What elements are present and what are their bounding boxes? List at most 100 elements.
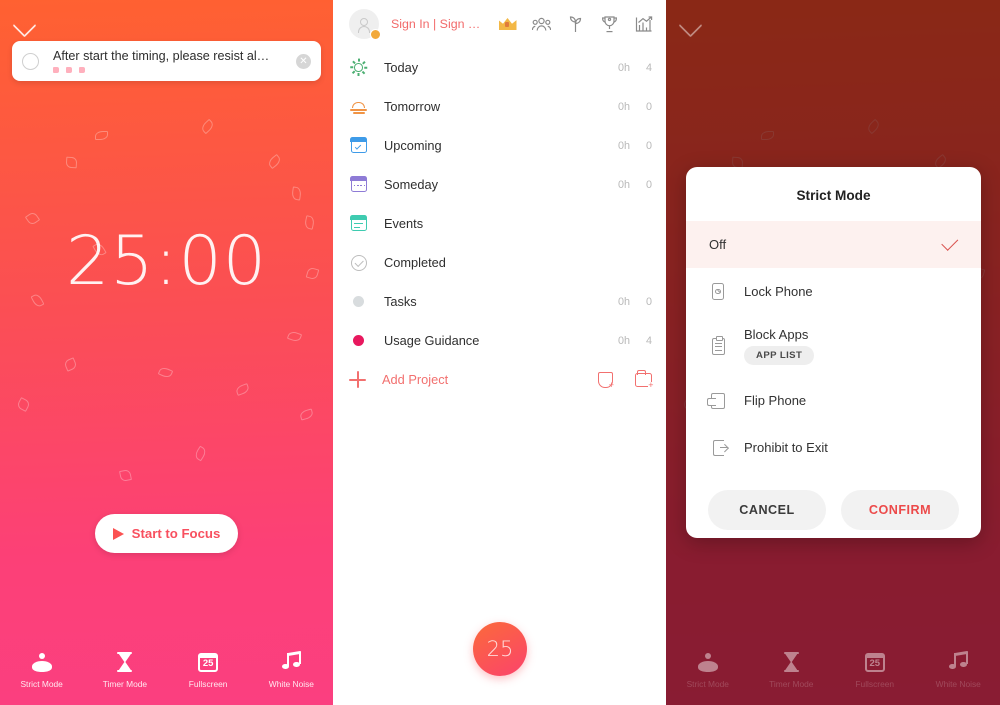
dialog-option-label: Flip Phone bbox=[744, 393, 807, 408]
music-note-icon bbox=[281, 650, 301, 672]
current-task-card[interactable]: After start the timing, please resist al… bbox=[12, 41, 321, 81]
check-circle-icon bbox=[349, 253, 368, 272]
list-item-tasks[interactable]: Tasks 0h 0 bbox=[333, 282, 666, 321]
list-item-label: Completed bbox=[384, 255, 446, 270]
leaf-decoration bbox=[119, 469, 132, 482]
task-priority-flags bbox=[53, 67, 296, 73]
list-item-count: 0 bbox=[645, 100, 652, 113]
statistics-icon[interactable] bbox=[634, 15, 653, 34]
list-item-upcoming[interactable]: Upcoming 0h 0 bbox=[333, 126, 666, 165]
meditate-icon bbox=[31, 651, 53, 672]
pomodoro-fab[interactable]: 25 bbox=[473, 622, 527, 676]
header-icons bbox=[498, 15, 658, 34]
nav-item-strict-mode[interactable]: Strict Mode bbox=[666, 635, 750, 705]
nav-item-white-noise[interactable]: White Noise bbox=[250, 635, 333, 705]
leaf-decoration bbox=[65, 156, 78, 169]
pomodoro-25-icon: 25 bbox=[198, 651, 219, 672]
leaf-decoration bbox=[291, 186, 302, 201]
nav-label: White Noise bbox=[935, 679, 981, 689]
nav-item-white-noise[interactable]: White Noise bbox=[917, 635, 1000, 705]
pomodoro-25-icon: 25 bbox=[864, 651, 885, 672]
dot-icon bbox=[349, 331, 368, 350]
add-tag-icon[interactable]: + bbox=[598, 371, 614, 389]
unchecked-radio-icon[interactable] bbox=[22, 52, 39, 70]
nav-label: Strict Mode bbox=[20, 679, 63, 689]
start-to-focus-button[interactable]: Start to Focus bbox=[95, 514, 238, 553]
leaf-decoration bbox=[63, 357, 78, 372]
list-item-label: Events bbox=[384, 216, 424, 231]
nav-item-timer-mode[interactable]: Timer Mode bbox=[750, 635, 834, 705]
dialog-option-label: Off bbox=[709, 237, 727, 252]
dialog-option-block-apps[interactable]: Block Apps APP LIST bbox=[686, 315, 981, 377]
trophy-icon[interactable] bbox=[600, 15, 619, 34]
bottom-navigation: Strict Mode Timer Mode 25 Fullscreen Whi… bbox=[666, 635, 1000, 705]
phone-lock-icon bbox=[709, 282, 727, 301]
task-title: After start the timing, please resist al… bbox=[53, 49, 270, 63]
flag-icon bbox=[79, 67, 85, 73]
list-item-hours: 0h bbox=[617, 334, 630, 347]
sun-icon bbox=[349, 58, 368, 77]
list-item-label: Usage Guidance bbox=[384, 333, 480, 348]
calendar-dots-icon bbox=[349, 175, 368, 194]
avatar-badge bbox=[370, 29, 381, 40]
list-item-tomorrow[interactable]: Tomorrow 0h 0 bbox=[333, 87, 666, 126]
dialog-option-flip-phone[interactable]: Flip Phone bbox=[686, 377, 981, 424]
leaf-decoration bbox=[193, 445, 208, 462]
exit-door-icon bbox=[709, 438, 728, 457]
dialog-title: Strict Mode bbox=[796, 188, 871, 203]
list-item-usage-guidance[interactable]: Usage Guidance 0h 4 bbox=[333, 321, 666, 360]
dialog-option-label: Block Apps bbox=[744, 327, 809, 342]
leaf-decoration bbox=[286, 330, 303, 343]
list-item-label: Someday bbox=[384, 177, 439, 192]
play-icon bbox=[112, 527, 124, 540]
app-list-button[interactable]: APP LIST bbox=[744, 346, 815, 365]
confirm-button[interactable]: CONFIRM bbox=[841, 490, 959, 530]
add-folder-icon[interactable]: + bbox=[635, 369, 654, 389]
nav-label: Fullscreen bbox=[188, 679, 228, 689]
cancel-button[interactable]: CANCEL bbox=[708, 490, 826, 530]
leaf-decoration bbox=[299, 408, 314, 421]
list-item-events[interactable]: Events bbox=[333, 204, 666, 243]
crown-icon[interactable] bbox=[498, 15, 517, 34]
sprout-icon[interactable] bbox=[566, 15, 585, 34]
focus-timer-panel: After start the timing, please resist al… bbox=[0, 0, 333, 705]
nav-item-timer-mode[interactable]: Timer Mode bbox=[83, 635, 166, 705]
list-item-today[interactable]: Today 0h 4 bbox=[333, 48, 666, 87]
flip-phone-icon bbox=[707, 391, 727, 410]
list-item-count: 4 bbox=[645, 61, 652, 74]
list-item-label: Upcoming bbox=[384, 138, 442, 153]
dialog-option-off[interactable]: Off bbox=[686, 221, 981, 268]
list-item-completed[interactable]: Completed bbox=[333, 243, 666, 282]
meditate-icon bbox=[697, 651, 719, 672]
screenshot-stage: After start the timing, please resist al… bbox=[0, 0, 1000, 705]
sign-in-link[interactable]: Sign In | Sign … bbox=[391, 17, 480, 31]
start-button-label: Start to Focus bbox=[131, 526, 221, 541]
flag-icon bbox=[66, 67, 72, 73]
chevron-down-icon[interactable] bbox=[12, 13, 37, 38]
nav-item-fullscreen[interactable]: 25 Fullscreen bbox=[833, 635, 917, 705]
strict-mode-dialog: Strict Mode Off Lock Phone Block Apps AP… bbox=[686, 167, 981, 538]
task-list-panel: Sign In | Sign … Today 0h 4 Tomorrow 0h … bbox=[333, 0, 666, 705]
list-item-label: Tasks bbox=[384, 294, 417, 309]
nav-label: Fullscreen bbox=[855, 679, 895, 689]
nav-item-fullscreen[interactable]: 25 Fullscreen bbox=[167, 635, 250, 705]
dialog-option-prohibit-to-exit[interactable]: Prohibit to Exit bbox=[686, 424, 981, 471]
flag-icon bbox=[53, 67, 59, 73]
add-project-row[interactable]: Add Project + + bbox=[333, 360, 666, 399]
list-item-someday[interactable]: Someday 0h 0 bbox=[333, 165, 666, 204]
leaf-decoration bbox=[266, 153, 283, 170]
close-icon[interactable]: ✕ bbox=[296, 53, 311, 69]
nav-label: Timer Mode bbox=[102, 679, 148, 689]
list-item-hours: 0h bbox=[617, 100, 630, 113]
bottom-navigation: Strict Mode Timer Mode 25 Fullscreen Whi… bbox=[0, 635, 333, 705]
dialog-option-label: Prohibit to Exit bbox=[744, 440, 828, 455]
list-item-count: 0 bbox=[645, 178, 652, 191]
dialog-option-lock-phone[interactable]: Lock Phone bbox=[686, 268, 981, 315]
nav-item-strict-mode[interactable]: Strict Mode bbox=[0, 635, 83, 705]
dot-icon bbox=[349, 292, 368, 311]
calendar-check-icon bbox=[349, 136, 368, 155]
avatar-icon[interactable] bbox=[349, 9, 381, 40]
people-icon[interactable] bbox=[532, 15, 551, 34]
sunrise-icon bbox=[349, 97, 368, 116]
list-item-count: 4 bbox=[645, 334, 652, 347]
